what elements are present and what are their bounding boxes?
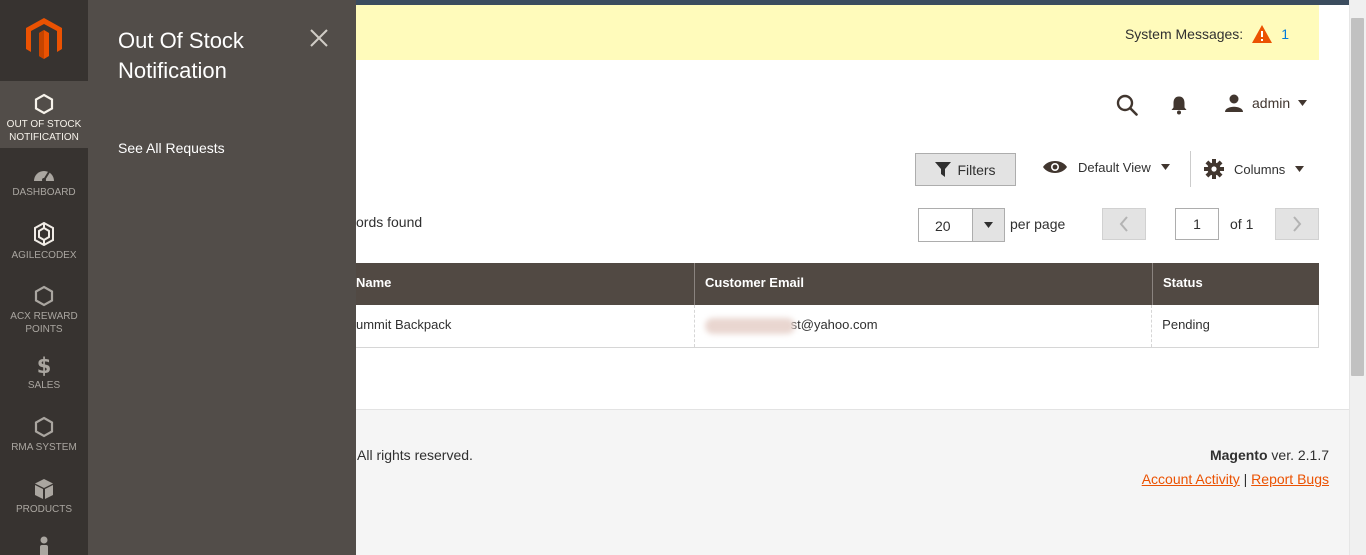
cell-email-text: st@yahoo.com bbox=[790, 317, 878, 332]
sidebar-item-sales[interactable]: $ SALES bbox=[0, 354, 88, 392]
customer-icon bbox=[40, 536, 48, 555]
hexagon-icon bbox=[34, 93, 54, 115]
hexagon-icon bbox=[34, 416, 54, 438]
sidebar-item-products[interactable]: PRODUCTS bbox=[0, 478, 88, 516]
cell-customer-email: st@yahoo.com bbox=[693, 305, 1152, 347]
caret-down-icon bbox=[1295, 166, 1305, 172]
see-all-requests-link[interactable]: See All Requests bbox=[118, 140, 225, 156]
copyright-text: All rights reserved. bbox=[357, 447, 473, 463]
agilecodex-icon bbox=[34, 222, 54, 246]
close-icon[interactable] bbox=[309, 28, 329, 48]
magento-logo-icon[interactable] bbox=[24, 17, 64, 59]
report-bugs-link[interactable]: Report Bugs bbox=[1251, 471, 1329, 487]
filters-label: Filters bbox=[957, 161, 996, 178]
sidebar-item-agilecodex[interactable]: AGILECODEX bbox=[0, 222, 88, 262]
out-of-stock-notification-panel: Out Of Stock Notification See All Reques… bbox=[88, 0, 356, 555]
columns-label: Columns bbox=[1234, 161, 1286, 177]
previous-page-button[interactable] bbox=[1102, 208, 1146, 240]
account-activity-link[interactable]: Account Activity bbox=[1142, 471, 1240, 487]
admin-account-menu[interactable]: admin bbox=[1224, 94, 1308, 112]
total-pages-label: of 1 bbox=[1230, 216, 1254, 232]
grid-header: Name Customer Email Status bbox=[356, 263, 1319, 305]
admin-username: admin bbox=[1252, 95, 1291, 111]
chevron-left-icon bbox=[1119, 216, 1128, 232]
column-header-name[interactable]: Name bbox=[356, 263, 694, 305]
requests-grid: Name Customer Email Status ummit Backpac… bbox=[356, 263, 1319, 348]
caret-down-icon bbox=[984, 222, 993, 228]
per-page-label: per page bbox=[1010, 216, 1066, 232]
current-page-input[interactable]: 1 bbox=[1175, 208, 1219, 240]
user-icon bbox=[1225, 94, 1243, 112]
redacted-blur bbox=[704, 317, 795, 334]
chevron-right-icon bbox=[1293, 216, 1302, 232]
caret-down-icon bbox=[1298, 100, 1308, 106]
sidebar-item-acx-reward-points[interactable]: ACX REWARD POINTS bbox=[0, 285, 88, 336]
footer-links: Account Activity | Report Bugs bbox=[1142, 471, 1329, 487]
filters-button[interactable]: Filters bbox=[915, 153, 1016, 186]
svg-text:$: $ bbox=[37, 354, 52, 376]
bell-icon[interactable] bbox=[1170, 95, 1188, 115]
sidebar-item-label: DASHBOARD bbox=[12, 187, 76, 198]
box-icon bbox=[35, 479, 53, 499]
columns-control[interactable]: Columns bbox=[1204, 159, 1305, 179]
sidebar-item-label: PRODUCTS bbox=[15, 504, 73, 515]
gear-icon bbox=[1204, 159, 1224, 179]
page-footer: All rights reserved. Magento ver. 2.1.7 … bbox=[356, 409, 1349, 555]
system-messages-count[interactable]: 1 bbox=[1281, 26, 1289, 42]
scrollbar-thumb[interactable] bbox=[1351, 18, 1364, 376]
sidebar-item-label: OUT OF STOCK NOTIFICATION bbox=[6, 119, 82, 143]
search-icon[interactable] bbox=[1116, 94, 1138, 116]
next-page-button[interactable] bbox=[1275, 208, 1319, 240]
footer-separator: | bbox=[1243, 471, 1248, 487]
toolbar-divider bbox=[1190, 151, 1191, 187]
caret-down-icon bbox=[1160, 164, 1170, 170]
sidebar-item-out-of-stock-notification[interactable]: OUT OF STOCK NOTIFICATION bbox=[0, 81, 88, 148]
per-page-value: 20 bbox=[935, 218, 951, 234]
system-messages[interactable]: System Messages: 1 bbox=[1125, 24, 1289, 44]
eye-icon bbox=[1043, 161, 1067, 173]
sidebar-item-label: RMA SYSTEM bbox=[11, 442, 77, 453]
admin-sidebar: OUT OF STOCK NOTIFICATION DASHBOARD AGIL… bbox=[0, 0, 88, 555]
cell-name: ummit Backpack bbox=[356, 317, 452, 332]
per-page-select[interactable]: 20 bbox=[918, 208, 1005, 242]
panel-title: Out Of Stock Notification bbox=[118, 28, 244, 83]
per-page-toggle[interactable] bbox=[972, 209, 1004, 241]
sidebar-item-label: AGILECODEX bbox=[11, 250, 77, 261]
dashboard-icon bbox=[34, 171, 54, 182]
dollar-icon: $ bbox=[37, 354, 52, 376]
sidebar-item-customers[interactable] bbox=[0, 536, 88, 555]
cell-status: Pending bbox=[1151, 305, 1318, 347]
table-row[interactable]: ummit Backpack st@yahoo.com Pending bbox=[356, 305, 1319, 348]
records-found: ords found bbox=[356, 214, 423, 230]
sidebar-item-label: ACX REWARD POINTS bbox=[10, 311, 78, 335]
hexagon-icon bbox=[34, 285, 54, 307]
sidebar-item-label: SALES bbox=[27, 380, 61, 391]
magento-brand: Magento bbox=[1209, 447, 1268, 463]
sidebar-item-rma-system[interactable]: RMA SYSTEM bbox=[0, 416, 88, 454]
sidebar-item-dashboard[interactable]: DASHBOARD bbox=[0, 165, 88, 199]
column-header-status[interactable]: Status bbox=[1152, 263, 1319, 305]
column-header-customer-email[interactable]: Customer Email bbox=[694, 263, 1152, 305]
admin-page: System Messages: 1 admin Filters Default… bbox=[0, 0, 1366, 555]
default-view-label: Default View bbox=[1078, 159, 1151, 175]
default-view-switcher[interactable]: Default View bbox=[1042, 159, 1170, 175]
warning-icon bbox=[1252, 25, 1273, 43]
system-messages-bar: System Messages: 1 bbox=[356, 5, 1319, 60]
magento-version: Magento ver. 2.1.7 bbox=[1210, 447, 1329, 463]
system-messages-label: System Messages: bbox=[1124, 26, 1244, 42]
filter-icon bbox=[935, 162, 952, 177]
version-number: ver. 2.1.7 bbox=[1271, 447, 1329, 463]
